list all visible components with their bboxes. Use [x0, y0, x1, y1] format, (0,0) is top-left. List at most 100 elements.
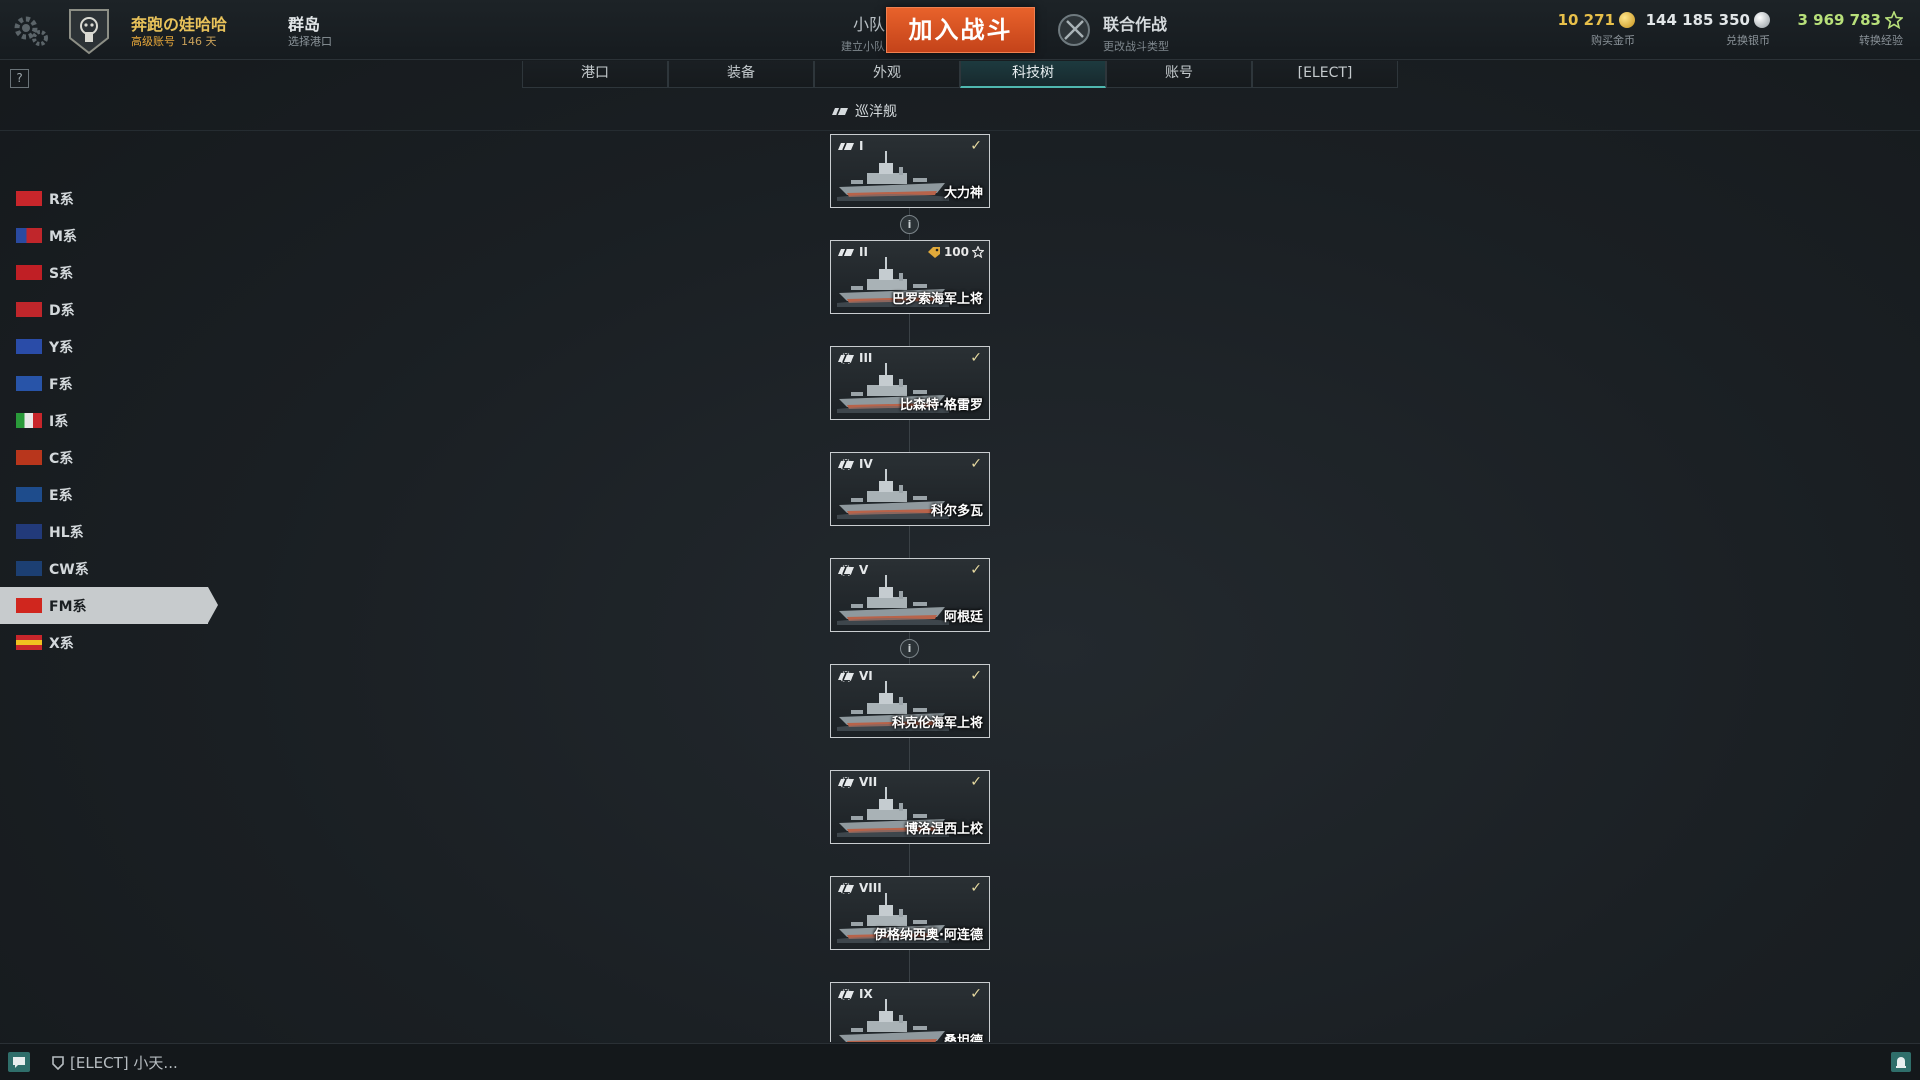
port-name[interactable]: 群岛 [288, 11, 320, 35]
ship-card[interactable]: IX 桑坦德 ✓ [830, 982, 990, 1042]
tab-clan[interactable]: [ELECT] [1252, 61, 1398, 88]
top-bar: 奔跑の娃哈哈 高级账号 146 天 群岛 选择港口 小队 建立小队 加入战斗 联合… [0, 0, 1920, 60]
tier-label: VI [859, 669, 873, 683]
rank-emblem-icon[interactable] [66, 6, 112, 56]
info-icon[interactable]: i [900, 215, 919, 234]
nation-item-d[interactable]: D系 [0, 291, 220, 328]
clan-chat-text: [ELECT] 小天... [70, 1054, 178, 1072]
silver-balance[interactable]: 144 185 350 兑换银币 [1646, 11, 1770, 48]
category-bar [0, 94, 1920, 131]
tab-equipment[interactable]: 装备 [668, 61, 814, 88]
nation-item-e[interactable]: E系 [0, 476, 220, 513]
flag-i-icon [16, 413, 42, 428]
researched-check-icon: ✓ [970, 880, 982, 896]
cruiser-class-icon [838, 564, 854, 576]
ship-name: 科尔多瓦 [930, 504, 983, 519]
ship-card[interactable]: II 巴罗索海军上将 100 [830, 240, 990, 314]
battle-mode-icon[interactable] [1057, 13, 1091, 47]
cruiser-class-icon [838, 458, 854, 470]
ship-tier: I [837, 139, 863, 153]
ship-card[interactable]: III 比森特·格雷罗 ✓ [830, 346, 990, 420]
battle-mode-selector[interactable]: 联合作战 更改战斗类型 [1103, 11, 1169, 54]
ship-image [839, 999, 945, 1042]
nation-item-fm[interactable]: FM系 [0, 587, 218, 624]
nation-item-c[interactable]: C系 [0, 439, 220, 476]
nation-label: C系 [49, 450, 74, 467]
ship-class-header: 巡洋舰 [831, 101, 897, 121]
tier-label: II [859, 245, 868, 259]
free-xp-value: 3 969 783 [1797, 11, 1881, 29]
researched-check-icon: ✓ [970, 138, 982, 154]
flag-f-icon [16, 376, 42, 391]
tier-label: V [859, 563, 869, 577]
notification-bell-icon[interactable] [1891, 1052, 1911, 1072]
nation-label: X系 [49, 635, 74, 652]
ship-tier: V [837, 563, 868, 577]
nation-label: M系 [49, 228, 77, 245]
flag-cw-icon [16, 561, 42, 576]
gold-balance[interactable]: 10 271 购买金币 [1558, 11, 1635, 48]
clan-shield-icon [52, 1055, 64, 1070]
nation-item-s[interactable]: S系 [0, 254, 220, 291]
info-icon[interactable]: i [900, 639, 919, 658]
cruiser-class-icon [838, 776, 854, 788]
clan-chat-entry[interactable]: [ELECT] 小天... [52, 1052, 178, 1073]
division-button[interactable]: 小队 建立小队 [780, 11, 885, 54]
flag-r-icon [16, 191, 42, 206]
free-xp-balance[interactable]: 3 969 783 转换经验 [1797, 11, 1903, 48]
nation-item-hl[interactable]: HL系 [0, 513, 220, 550]
nation-item-i[interactable]: I系 [0, 402, 220, 439]
flag-e-icon [16, 487, 42, 502]
ship-card[interactable]: VIII 伊格纳西奥·阿连德 ✓ [830, 876, 990, 950]
ship-class-label: 巡洋舰 [855, 104, 897, 120]
flag-c-icon [16, 450, 42, 465]
flag-y-icon [16, 339, 42, 354]
nation-label: FM系 [49, 598, 87, 615]
cruiser-class-icon [838, 670, 854, 682]
ship-name: 比森特·格雷罗 [900, 398, 983, 413]
nation-item-cw[interactable]: CW系 [0, 550, 220, 587]
chat-icon[interactable] [8, 1052, 30, 1072]
tab-account[interactable]: 账号 [1106, 61, 1252, 88]
star-icon [1885, 11, 1903, 29]
premium-days: 146 天 [181, 35, 217, 48]
tier-label: I [859, 139, 864, 153]
tier-label: IV [859, 457, 873, 471]
researched-check-icon: ✓ [970, 562, 982, 578]
nation-item-y[interactable]: Y系 [0, 328, 220, 365]
battle-button[interactable]: 加入战斗 [886, 7, 1035, 53]
researched-check-icon: ✓ [970, 986, 982, 1002]
cruiser-class-icon [832, 107, 848, 115]
settings-gear-icon[interactable] [10, 12, 50, 48]
flag-d-icon [16, 302, 42, 317]
tab-exterior[interactable]: 外观 [814, 61, 960, 88]
nation-label: I系 [49, 413, 69, 430]
nation-item-r[interactable]: R系 [0, 180, 220, 217]
free-xp-label: 转换经验 [1859, 34, 1903, 47]
nation-item-x[interactable]: X系 [0, 624, 220, 661]
help-button[interactable]: ? [10, 69, 29, 88]
ship-name: 伊格纳西奥·阿连德 [874, 928, 983, 943]
flag-fm-icon [16, 598, 42, 613]
division-label: 小队 [852, 15, 885, 34]
ship-card[interactable]: IV 科尔多瓦 ✓ [830, 452, 990, 526]
ship-name: 阿根廷 [943, 610, 983, 625]
nation-label: Y系 [49, 339, 74, 356]
ship-card[interactable]: I 大力神 ✓ [830, 134, 990, 208]
tab-port[interactable]: 港口 [522, 61, 668, 88]
nation-item-f[interactable]: F系 [0, 365, 220, 402]
ship-card[interactable]: VII 博洛涅西上校 ✓ [830, 770, 990, 844]
flag-s-icon [16, 265, 42, 280]
cruiser-class-icon [838, 248, 854, 256]
cruiser-class-icon [838, 988, 854, 1000]
nation-label: CW系 [49, 561, 89, 578]
nation-item-m[interactable]: M系 [0, 217, 220, 254]
ship-tier: II [837, 245, 868, 259]
ship-card[interactable]: V 阿根廷 ✓ [830, 558, 990, 632]
nation-label: S系 [49, 265, 74, 282]
ship-name: 巴罗索海军上将 [891, 292, 983, 307]
player-name[interactable]: 奔跑の娃哈哈 [131, 11, 227, 35]
tab-tech-tree[interactable]: 科技树 [960, 61, 1106, 88]
ship-card[interactable]: VI 科克伦海军上将 ✓ [830, 664, 990, 738]
ship-name: 桑坦德 [943, 1034, 983, 1042]
